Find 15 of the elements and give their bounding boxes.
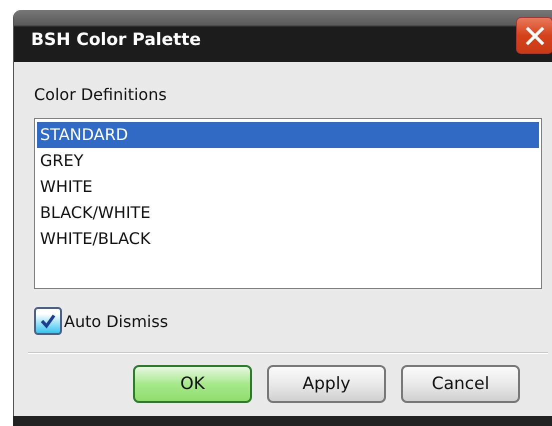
checkbox-label: Auto Dismiss: [64, 312, 168, 330]
close-button[interactable]: [516, 17, 552, 54]
list-item[interactable]: BLACK/WHITE: [37, 200, 539, 226]
list-item[interactable]: WHITE: [37, 174, 539, 200]
list-item[interactable]: STANDARD: [37, 122, 539, 148]
list-label: Color Definitions: [34, 85, 168, 106]
list-item[interactable]: GREY: [37, 148, 539, 174]
close-icon: [524, 24, 546, 46]
checkmark-icon: [39, 312, 57, 330]
dialog-button[interactable]: OK: [133, 365, 252, 403]
checkbox[interactable]: [34, 307, 62, 335]
dialog-button[interactable]: Apply: [267, 365, 386, 403]
dialog-button[interactable]: Cancel: [401, 365, 520, 403]
window-title: BSH Color Palette: [30, 30, 201, 52]
list-item[interactable]: WHITE/BLACK: [37, 226, 539, 252]
